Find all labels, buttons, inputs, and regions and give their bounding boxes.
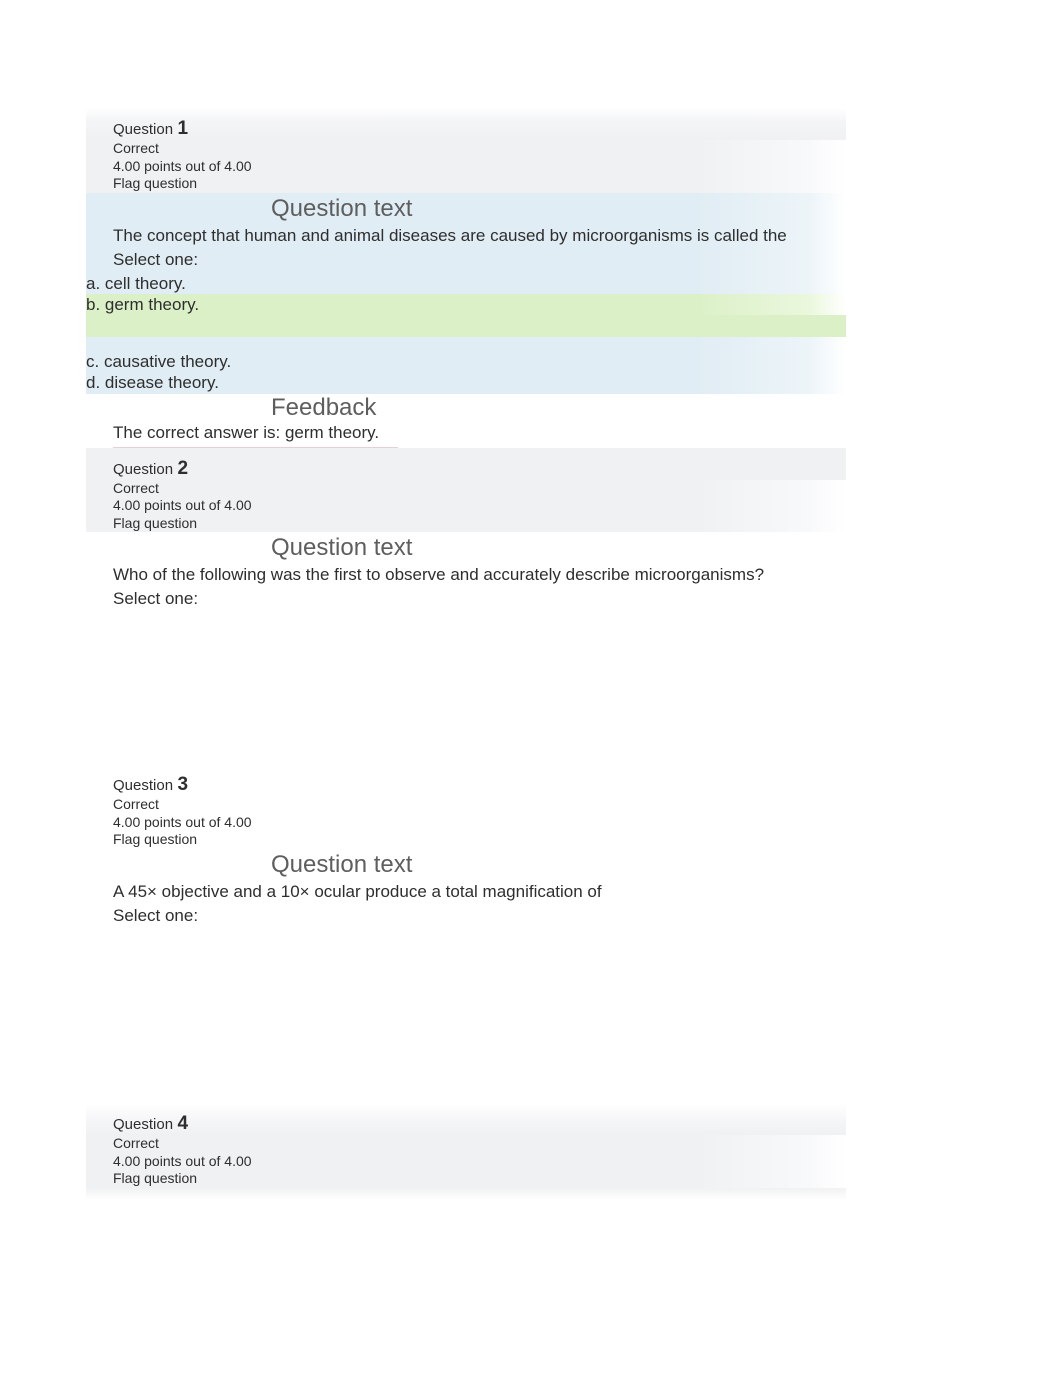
question-block-2: Question 2 Correct 4.00 points out of 4.… <box>86 448 846 613</box>
question-prompt: A 45× objective and a 10× ocular produce… <box>86 881 846 905</box>
question-text-heading: Question text <box>271 849 412 881</box>
question-label: Question <box>113 121 173 138</box>
flag-question-link[interactable]: Flag question <box>86 515 846 533</box>
question-text-heading-row: Question text <box>86 193 846 225</box>
question-status: Correct <box>86 1135 846 1153</box>
question-block-1: Question 1 Correct 4.00 points out of 4.… <box>86 108 846 448</box>
question-header: Question 4 <box>86 1103 846 1135</box>
answer-gap <box>86 337 846 351</box>
question-text-heading-row: Question text <box>86 849 846 881</box>
content-gap <box>86 612 846 774</box>
question-header: Question 3 <box>86 774 846 796</box>
question-text-heading: Question text <box>271 532 412 564</box>
question-number: 2 <box>178 458 189 479</box>
answer-option-c[interactable]: c. causative theory. <box>86 351 846 372</box>
question-block-4: Question 4 Correct 4.00 points out of 4.… <box>86 1103 846 1200</box>
question-status: Correct <box>86 140 846 158</box>
question-number: 3 <box>178 774 189 795</box>
question-text-heading: Question text <box>271 193 412 225</box>
question-header: Question 2 <box>86 448 846 480</box>
question-points: 4.00 points out of 4.00 <box>86 814 846 832</box>
answer-option-d[interactable]: d. disease theory. <box>86 372 846 393</box>
question-status: Correct <box>86 480 846 498</box>
select-one-label: Select one: <box>86 588 846 612</box>
question-points: 4.00 points out of 4.00 <box>86 158 846 176</box>
question-header: Question 1 <box>86 108 846 140</box>
answer-highlight-gap <box>86 315 846 337</box>
question-number: 4 <box>178 1113 189 1134</box>
question-text-heading-row: Question text <box>86 532 846 564</box>
question-label: Question <box>113 1116 173 1133</box>
question-prompt: The concept that human and animal diseas… <box>86 225 846 249</box>
question-number: 1 <box>178 118 189 139</box>
fade-gradient <box>86 1188 846 1200</box>
flag-question-link[interactable]: Flag question <box>86 175 846 193</box>
feedback-heading: Feedback <box>86 394 846 422</box>
question-prompt: Who of the following was the first to ob… <box>86 564 846 588</box>
flag-question-link[interactable]: Flag question <box>86 831 846 849</box>
question-label: Question <box>113 461 173 478</box>
select-one-label: Select one: <box>86 905 846 929</box>
answer-option-b-correct[interactable]: b. germ theory. <box>86 294 846 315</box>
content-gap <box>86 929 846 1103</box>
question-block-3: Question 3 Correct 4.00 points out of 4.… <box>86 774 846 929</box>
flag-question-link[interactable]: Flag question <box>86 1170 846 1188</box>
question-points: 4.00 points out of 4.00 <box>86 1153 846 1171</box>
select-one-label: Select one: <box>86 249 846 273</box>
question-points: 4.00 points out of 4.00 <box>86 497 846 515</box>
answer-option-a[interactable]: a. cell theory. <box>86 273 846 294</box>
question-status: Correct <box>86 796 846 814</box>
question-label: Question <box>113 777 173 794</box>
feedback-text: The correct answer is: germ theory. <box>86 422 846 446</box>
